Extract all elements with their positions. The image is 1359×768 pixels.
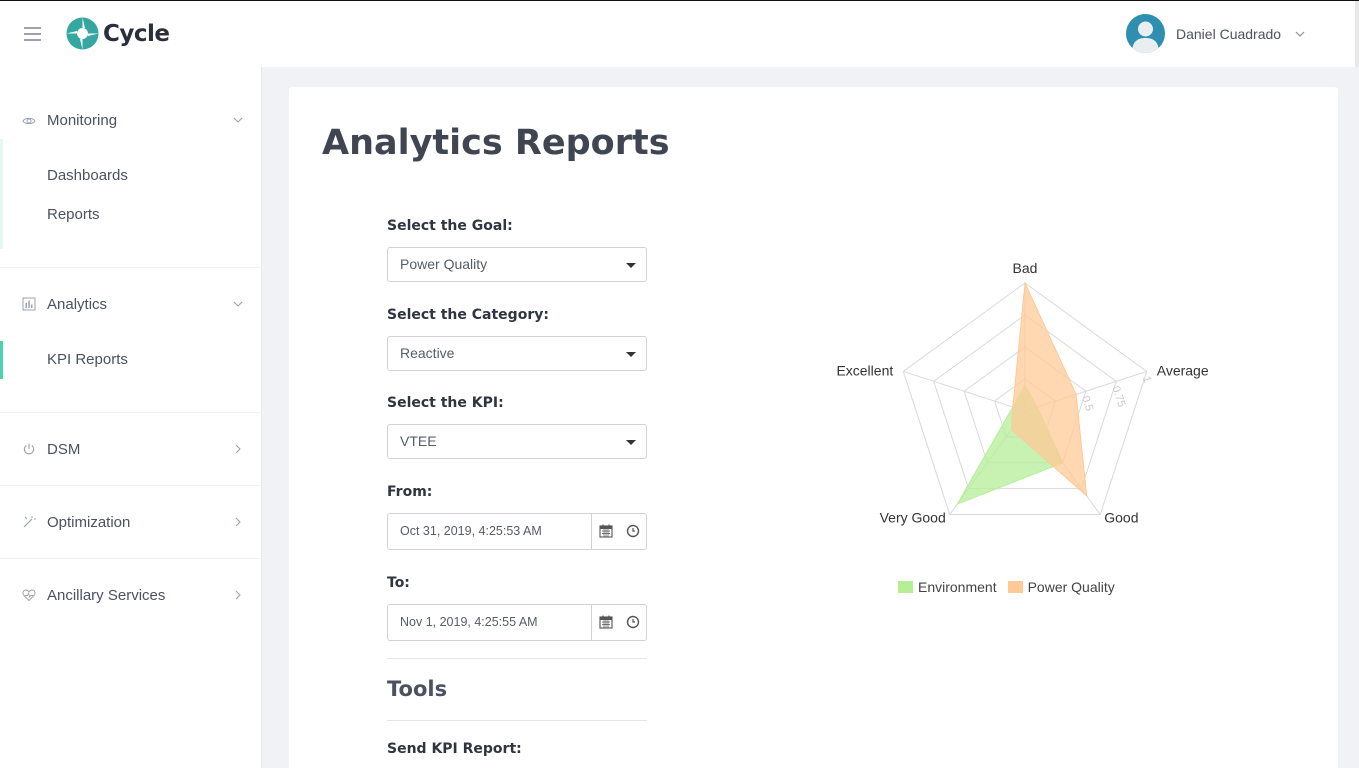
- to-label: To:: [387, 575, 410, 591]
- sidebar-item-label: Ancillary Services: [47, 586, 166, 604]
- brand-name: Cycle: [103, 20, 170, 47]
- chevron-down-icon: [233, 117, 243, 123]
- sidebar-item-monitoring[interactable]: Monitoring: [0, 102, 262, 138]
- radar-tick-label: 0.5: [1079, 394, 1095, 412]
- category-select-value: Reactive: [400, 345, 455, 361]
- menu-toggle-icon[interactable]: [24, 27, 41, 41]
- radar-tick-label: 0.75: [1109, 385, 1127, 409]
- sidebar-item-optimization[interactable]: Optimization: [0, 504, 262, 540]
- from-datetime-value: Oct 31, 2019, 4:25:53 AM: [400, 524, 542, 538]
- top-header: Cycle Daniel Cuadrado: [0, 1, 1359, 67]
- chevron-down-icon: [233, 301, 243, 307]
- sidebar-item-kpi-reports[interactable]: KPI Reports: [47, 351, 128, 368]
- tools-heading: Tools: [387, 677, 448, 701]
- calendar-icon[interactable]: [599, 615, 613, 629]
- category-select[interactable]: Reactive: [387, 336, 647, 371]
- radar-axis-label: Very Good: [880, 510, 946, 526]
- divider: [591, 514, 592, 549]
- divider: [0, 485, 262, 486]
- radar-axis-label: Average: [1157, 362, 1209, 378]
- radar-spoke: [903, 370, 1026, 412]
- active-indicator: [0, 341, 3, 379]
- chart-legend: Environment Power Quality: [898, 579, 1126, 595]
- calendar-icon[interactable]: [599, 524, 613, 538]
- sidebar-item-analytics[interactable]: Analytics: [0, 286, 262, 322]
- from-label: From:: [387, 484, 433, 500]
- divider: [0, 412, 262, 413]
- section-indicator: [0, 139, 3, 249]
- user-avatar-icon: [1132, 21, 1159, 53]
- legend-item-environment[interactable]: Environment: [898, 579, 997, 595]
- bar-chart-icon: [22, 297, 36, 311]
- legend-label: Environment: [918, 579, 997, 595]
- power-icon: [23, 443, 35, 455]
- radar-axis-label: Excellent: [836, 362, 893, 378]
- legend-label: Power Quality: [1027, 579, 1115, 595]
- caret-down-icon: [626, 263, 636, 268]
- user-menu[interactable]: Daniel Cuadrado: [1126, 14, 1305, 53]
- radar-chart: 0.5 0.75 1 Bad Average Good Very Good Excellent: [836, 260, 1209, 526]
- kpi-label: Select the KPI:: [387, 395, 504, 411]
- clock-icon[interactable]: [626, 615, 640, 629]
- scrollbar-track[interactable]: [1355, 1, 1359, 67]
- clock-icon[interactable]: [626, 524, 640, 538]
- app-logo[interactable]: Cycle: [66, 17, 170, 50]
- eye-icon: [22, 117, 36, 125]
- category-label: Select the Category:: [387, 307, 549, 323]
- from-datetime-input[interactable]: Oct 31, 2019, 4:25:53 AM: [387, 513, 647, 550]
- sidebar-item-dashboards[interactable]: Dashboards: [47, 167, 128, 184]
- radar-tick-label: 1: [1140, 375, 1153, 385]
- magic-wand-icon: [23, 516, 36, 528]
- chevron-right-icon: [235, 590, 241, 600]
- chevron-right-icon: [235, 517, 241, 527]
- divider: [387, 720, 647, 721]
- page-title: Analytics Reports: [322, 123, 670, 163]
- sidebar-item-label: Optimization: [47, 513, 131, 531]
- legend-swatch: [898, 581, 913, 593]
- divider: [387, 658, 647, 659]
- heart-pulse-icon: [22, 589, 36, 602]
- divider: [591, 605, 592, 640]
- divider: [0, 267, 262, 268]
- divider: [0, 558, 262, 559]
- radar-axis-label: Good: [1104, 510, 1138, 526]
- caret-down-icon: [626, 440, 636, 445]
- send-kpi-report-label: Send KPI Report:: [387, 741, 522, 757]
- goal-select-value: Power Quality: [400, 256, 488, 272]
- cycle-logo-icon: [66, 17, 99, 50]
- radar-axis-label: Bad: [1013, 260, 1038, 276]
- legend-swatch: [1007, 581, 1023, 593]
- kpi-select[interactable]: VTEE: [387, 424, 647, 459]
- to-datetime-value: Nov 1, 2019, 4:25:55 AM: [400, 615, 538, 629]
- kpi-select-value: VTEE: [400, 433, 437, 449]
- chevron-down-icon[interactable]: [1295, 31, 1305, 37]
- goal-select[interactable]: Power Quality: [387, 247, 647, 282]
- sidebar-item-label: Analytics: [47, 295, 108, 313]
- goal-label: Select the Goal:: [387, 218, 513, 234]
- user-name: Daniel Cuadrado: [1176, 25, 1282, 42]
- legend-item-power-quality[interactable]: Power Quality: [1007, 579, 1115, 595]
- sidebar-item-reports[interactable]: Reports: [47, 206, 100, 223]
- sidebar-item-dsm[interactable]: DSM: [0, 431, 262, 467]
- to-datetime-input[interactable]: Nov 1, 2019, 4:25:55 AM: [387, 604, 647, 641]
- sidebar-item-label: DSM: [47, 440, 81, 458]
- chevron-right-icon: [235, 444, 241, 454]
- sidebar-item-ancillary-services[interactable]: Ancillary Services: [0, 577, 262, 613]
- caret-down-icon: [626, 352, 636, 357]
- sidebar: Monitoring Dashboards Reports Analytics …: [0, 67, 262, 768]
- avatar[interactable]: [1126, 14, 1165, 53]
- sidebar-item-label: Monitoring: [47, 111, 118, 129]
